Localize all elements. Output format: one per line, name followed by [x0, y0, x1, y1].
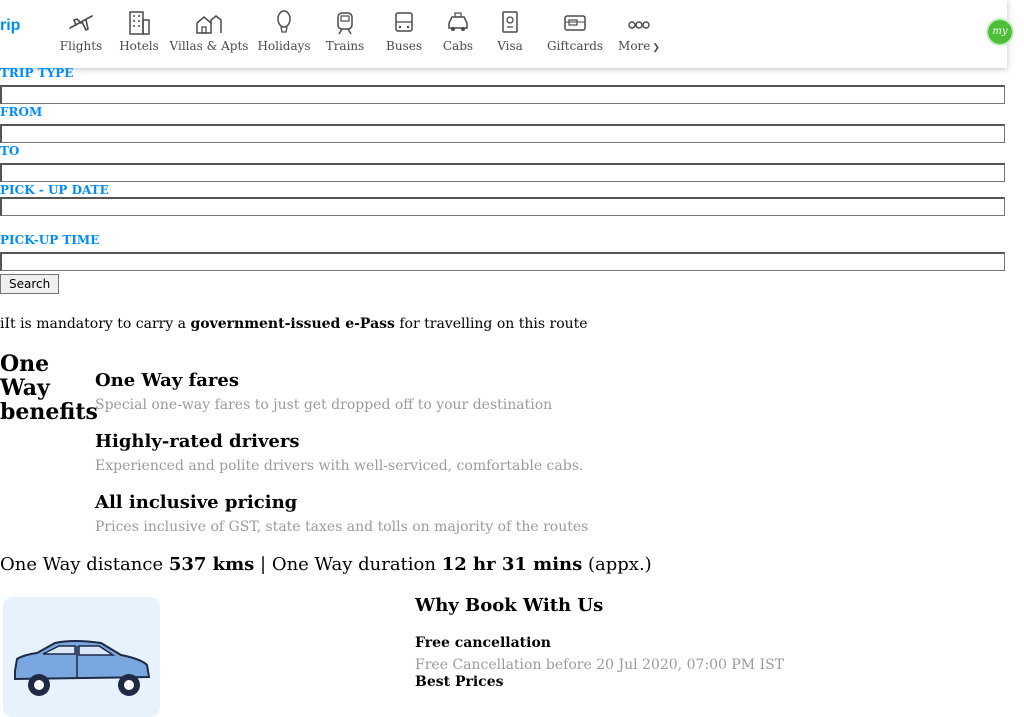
- nav-villas[interactable]: Villas & Apts: [170, 8, 248, 53]
- more-icon: [628, 21, 650, 29]
- to-field[interactable]: [0, 163, 1005, 182]
- duration-value: 12 hr 31 mins: [441, 554, 583, 575]
- train-icon: [337, 12, 353, 35]
- benefit-desc: Experienced and polite drivers with well…: [95, 458, 584, 474]
- nav-label: Holidays: [257, 39, 311, 53]
- nav-visa[interactable]: Visa: [495, 8, 525, 53]
- why-item-desc: Free Cancellation before 20 Jul 2020, 07…: [415, 657, 785, 673]
- benefit-title: Highly-rated drivers: [95, 431, 300, 452]
- why-item-title: Best Prices: [415, 674, 504, 690]
- pickup-date-label: PICK - UP DATE: [0, 183, 109, 197]
- giftcard-icon: [564, 15, 586, 31]
- bus-icon: [395, 12, 413, 32]
- route-summary: One Way distance 537 kms | One Way durat…: [0, 554, 652, 575]
- balloon-icon: [277, 10, 291, 33]
- brand-logo[interactable]: rip: [0, 17, 20, 35]
- more-label: More: [618, 39, 651, 53]
- distance-value: 537 kms: [168, 554, 255, 575]
- hotel-icon: [129, 11, 150, 35]
- passport-icon: [502, 11, 518, 33]
- nav-label: Hotels: [119, 39, 159, 53]
- notice-prefix: iIt is mandatory to carry a: [0, 316, 191, 332]
- route-suffix: (appx.): [582, 554, 652, 575]
- user-avatar[interactable]: my: [988, 20, 1012, 44]
- nav-label: More ❯: [618, 39, 660, 53]
- benefits-title: One Way benefits: [0, 351, 98, 425]
- trip-type-label: TRIP TYPE: [0, 66, 74, 80]
- nav-more[interactable]: More ❯: [615, 8, 663, 53]
- trip-type-field[interactable]: [0, 85, 1005, 104]
- to-label: TO: [0, 144, 20, 158]
- nav-holidays[interactable]: Holidays: [257, 8, 311, 53]
- main-nav: Flights Hotels Villas & Apts Holidays Tr…: [55, 8, 663, 53]
- notice-bold: government-issued e-Pass: [190, 316, 395, 332]
- notice-suffix: for travelling on this route: [394, 316, 588, 332]
- pickup-time-field[interactable]: [0, 252, 1005, 271]
- nav-label: Trains: [325, 39, 365, 53]
- cab-illustration: [3, 597, 160, 717]
- distance-prefix: One Way distance: [0, 554, 169, 575]
- nav-flights[interactable]: Flights: [55, 8, 107, 53]
- nav-cabs[interactable]: Cabs: [441, 8, 475, 53]
- benefit-desc: Special one-way fares to just get droppe…: [95, 397, 553, 413]
- nav-label: Flights: [59, 39, 103, 53]
- cab-icon: [448, 12, 468, 31]
- from-label: FROM: [0, 105, 43, 119]
- nav-buses[interactable]: Buses: [385, 8, 423, 53]
- nav-label: Cabs: [442, 39, 474, 53]
- plane-icon: [69, 15, 93, 32]
- top-header: rip Flights Hotels Villas & Apts Holiday…: [0, 0, 1012, 68]
- car-icon: [14, 640, 151, 696]
- epass-notice: iIt is mandatory to carry a government-i…: [0, 316, 588, 332]
- pickup-time-label: PICK-UP TIME: [0, 233, 100, 247]
- why-item-title: Free cancellation: [415, 635, 551, 651]
- benefit-title: All inclusive pricing: [95, 492, 298, 513]
- search-button[interactable]: Search: [0, 274, 60, 294]
- nav-label: Visa: [497, 39, 523, 53]
- pickup-date-field[interactable]: [0, 197, 1005, 216]
- nav-label: Villas & Apts: [169, 39, 249, 53]
- benefit-title: One Way fares: [95, 370, 239, 391]
- why-book-title: Why Book With Us: [415, 595, 604, 616]
- route-separator: | One Way duration: [254, 554, 442, 575]
- benefit-desc: Prices inclusive of GST, state taxes and…: [95, 519, 589, 535]
- nav-trains[interactable]: Trains: [325, 8, 365, 53]
- chevron-down-icon: ❯: [652, 43, 660, 53]
- nav-label: Giftcards: [546, 39, 604, 53]
- nav-label: Buses: [386, 39, 422, 53]
- from-field[interactable]: [0, 124, 1005, 143]
- villa-icon: [196, 15, 222, 34]
- nav-giftcards[interactable]: Giftcards: [547, 8, 603, 53]
- nav-hotels[interactable]: Hotels: [117, 8, 161, 53]
